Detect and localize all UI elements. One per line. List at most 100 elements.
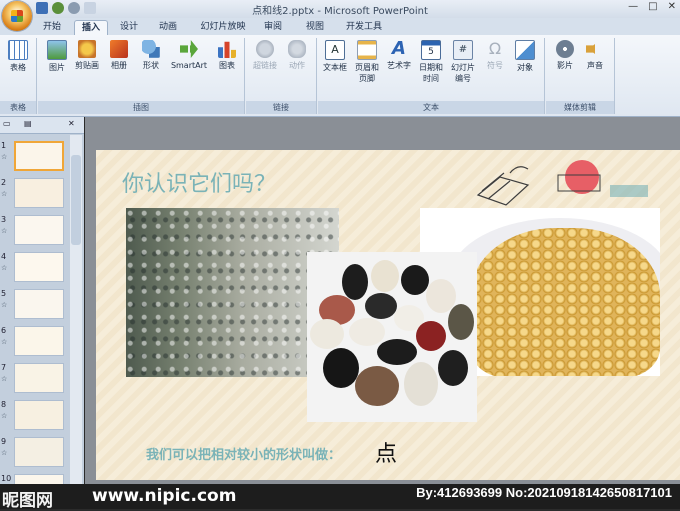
chart-icon	[218, 41, 236, 58]
slide-thumbnail[interactable]	[14, 178, 64, 208]
photo-album-icon	[110, 40, 128, 58]
chart-button[interactable]: 图表	[212, 40, 242, 71]
animation-star-icon: ☆	[1, 338, 8, 346]
slide-thumbnail[interactable]	[14, 474, 64, 484]
media-group: 影片 声音 媒体剪辑	[546, 38, 615, 114]
clipart-icon	[78, 40, 96, 58]
animation-star-icon: ☆	[1, 264, 8, 272]
watermark-id: By:412693699 No:20210918142650817101	[416, 485, 672, 500]
window-controls: — □ ✕	[628, 1, 676, 12]
close-button[interactable]: ✕	[668, 1, 676, 12]
text-group: A 文本框 页眉和 页脚 A 艺术字 5 日期和 时间 # 幻灯片 编号 Ω 符…	[318, 38, 545, 114]
object-button[interactable]: 对象	[510, 40, 540, 73]
slide-number-label: 4	[1, 252, 7, 261]
watermark-site: www.nipic.com	[92, 486, 237, 506]
tab-slide-show[interactable]: 幻灯片放映	[196, 20, 250, 35]
tab-home[interactable]: 开始	[38, 20, 66, 35]
header-footer-icon	[357, 40, 377, 60]
table-group: 表格 表格	[0, 38, 37, 114]
slide-thumbnail[interactable]	[14, 215, 64, 245]
office-logo-icon	[11, 10, 23, 22]
slide-caption[interactable]: 我们可以把相对较小的形状叫做：	[146, 444, 341, 463]
tab-animations[interactable]: 动画	[152, 20, 184, 35]
table-icon	[8, 40, 28, 60]
thumbnail-scrollbar[interactable]	[70, 135, 82, 484]
tab-view[interactable]: 视图	[300, 20, 330, 35]
slide-number-label: 3	[1, 215, 7, 224]
animation-star-icon: ☆	[1, 412, 8, 420]
smartart-button[interactable]: SmartArt	[170, 40, 208, 71]
symbol-button[interactable]: Ω 符号	[480, 40, 510, 71]
picture-icon	[47, 40, 67, 60]
slide-number-label: 8	[1, 400, 7, 409]
tab-design[interactable]: 设计	[114, 20, 144, 35]
pebbles-image	[310, 260, 474, 406]
slide-title[interactable]: 你认识它们吗？	[122, 166, 276, 198]
slide-thumbnail[interactable]	[14, 252, 64, 282]
links-group: 超链接 动作 链接	[246, 38, 317, 114]
pebbles-photo[interactable]	[307, 252, 477, 422]
group-label: 媒体剪辑	[546, 101, 614, 114]
group-label: 链接	[246, 101, 316, 114]
slide-number-label: 2	[1, 178, 7, 187]
textbox-icon: A	[325, 40, 345, 60]
wordart-icon: A	[392, 38, 406, 59]
action-button[interactable]: 动作	[282, 40, 312, 71]
scrollbar-thumb[interactable]	[71, 155, 81, 245]
window-title: 点和线2.pptx - Microsoft PowerPoint	[252, 6, 428, 17]
slide-number-label: 5	[1, 289, 7, 298]
slide-number-button[interactable]: # 幻灯片 编号	[448, 40, 478, 84]
pane-tabs: ▭ ▤ ✕	[0, 117, 84, 134]
slide-number-label: 6	[1, 326, 7, 335]
picture-button[interactable]: 图片	[42, 40, 72, 73]
date-time-icon: 5	[421, 40, 441, 60]
header-footer-button[interactable]: 页眉和 页脚	[352, 40, 382, 84]
tab-review[interactable]: 审阅	[258, 20, 288, 35]
group-label: 表格	[0, 101, 36, 114]
slide-thumbnail[interactable]	[14, 400, 64, 430]
outline-tab-icon[interactable]: ▤	[24, 119, 32, 128]
animation-star-icon: ☆	[1, 301, 8, 309]
group-label: 文本	[318, 101, 544, 114]
tab-insert[interactable]: 插入	[74, 20, 108, 36]
photo-album-button[interactable]: 相册	[104, 40, 134, 71]
animation-star-icon: ☆	[1, 449, 8, 457]
group-label: 插图	[38, 101, 244, 114]
animation-star-icon: ☆	[1, 153, 8, 161]
date-time-button[interactable]: 5 日期和 时间	[416, 40, 446, 84]
slide-thumbnail-pane: ▭ ▤ ✕ 1☆2☆3☆4☆5☆6☆7☆8☆9☆10☆	[0, 117, 84, 484]
movie-button[interactable]: 影片	[550, 40, 580, 71]
textbox-button[interactable]: A 文本框	[320, 40, 350, 73]
symbol-icon: Ω	[488, 39, 502, 58]
close-pane-icon[interactable]: ✕	[68, 119, 75, 128]
table-button[interactable]: 表格	[3, 40, 33, 73]
shapes-button[interactable]: 形状	[136, 40, 166, 71]
clipart-button[interactable]: 剪贴画	[72, 40, 102, 71]
slide-thumbnail[interactable]	[14, 363, 64, 393]
slide-number-label: 1	[1, 141, 7, 150]
office-button[interactable]	[2, 1, 32, 31]
hyperlink-button[interactable]: 超链接	[250, 40, 280, 71]
sound-button[interactable]: 声音	[580, 40, 610, 71]
slide-number-icon: #	[453, 40, 473, 60]
slides-tab-icon[interactable]: ▭	[3, 119, 11, 128]
object-icon	[515, 40, 535, 60]
action-icon	[288, 40, 306, 58]
soybean-pile	[470, 228, 660, 376]
slide-thumbnail[interactable]	[14, 437, 64, 467]
movie-icon	[556, 40, 574, 58]
animation-star-icon: ☆	[1, 190, 8, 198]
ribbon: 表格 表格 图片 剪贴画 相册 形状 SmartArt 图表 插图 超链接 动作…	[0, 35, 680, 117]
tab-developer[interactable]: 开发工具	[340, 20, 388, 35]
hyperlink-icon	[256, 40, 274, 58]
slide-thumbnail[interactable]	[14, 326, 64, 356]
slide-thumbnail[interactable]	[14, 141, 64, 171]
animation-star-icon: ☆	[1, 227, 8, 235]
slide-thumbnail[interactable]	[14, 289, 64, 319]
slide-answer[interactable]: 点	[375, 436, 397, 468]
wordart-button[interactable]: A 艺术字	[384, 40, 414, 71]
sound-icon	[586, 40, 601, 58]
maximize-button[interactable]: □	[648, 1, 657, 12]
minimize-button[interactable]: —	[628, 1, 638, 12]
illustrations-group: 图片 剪贴画 相册 形状 SmartArt 图表 插图	[38, 38, 245, 114]
